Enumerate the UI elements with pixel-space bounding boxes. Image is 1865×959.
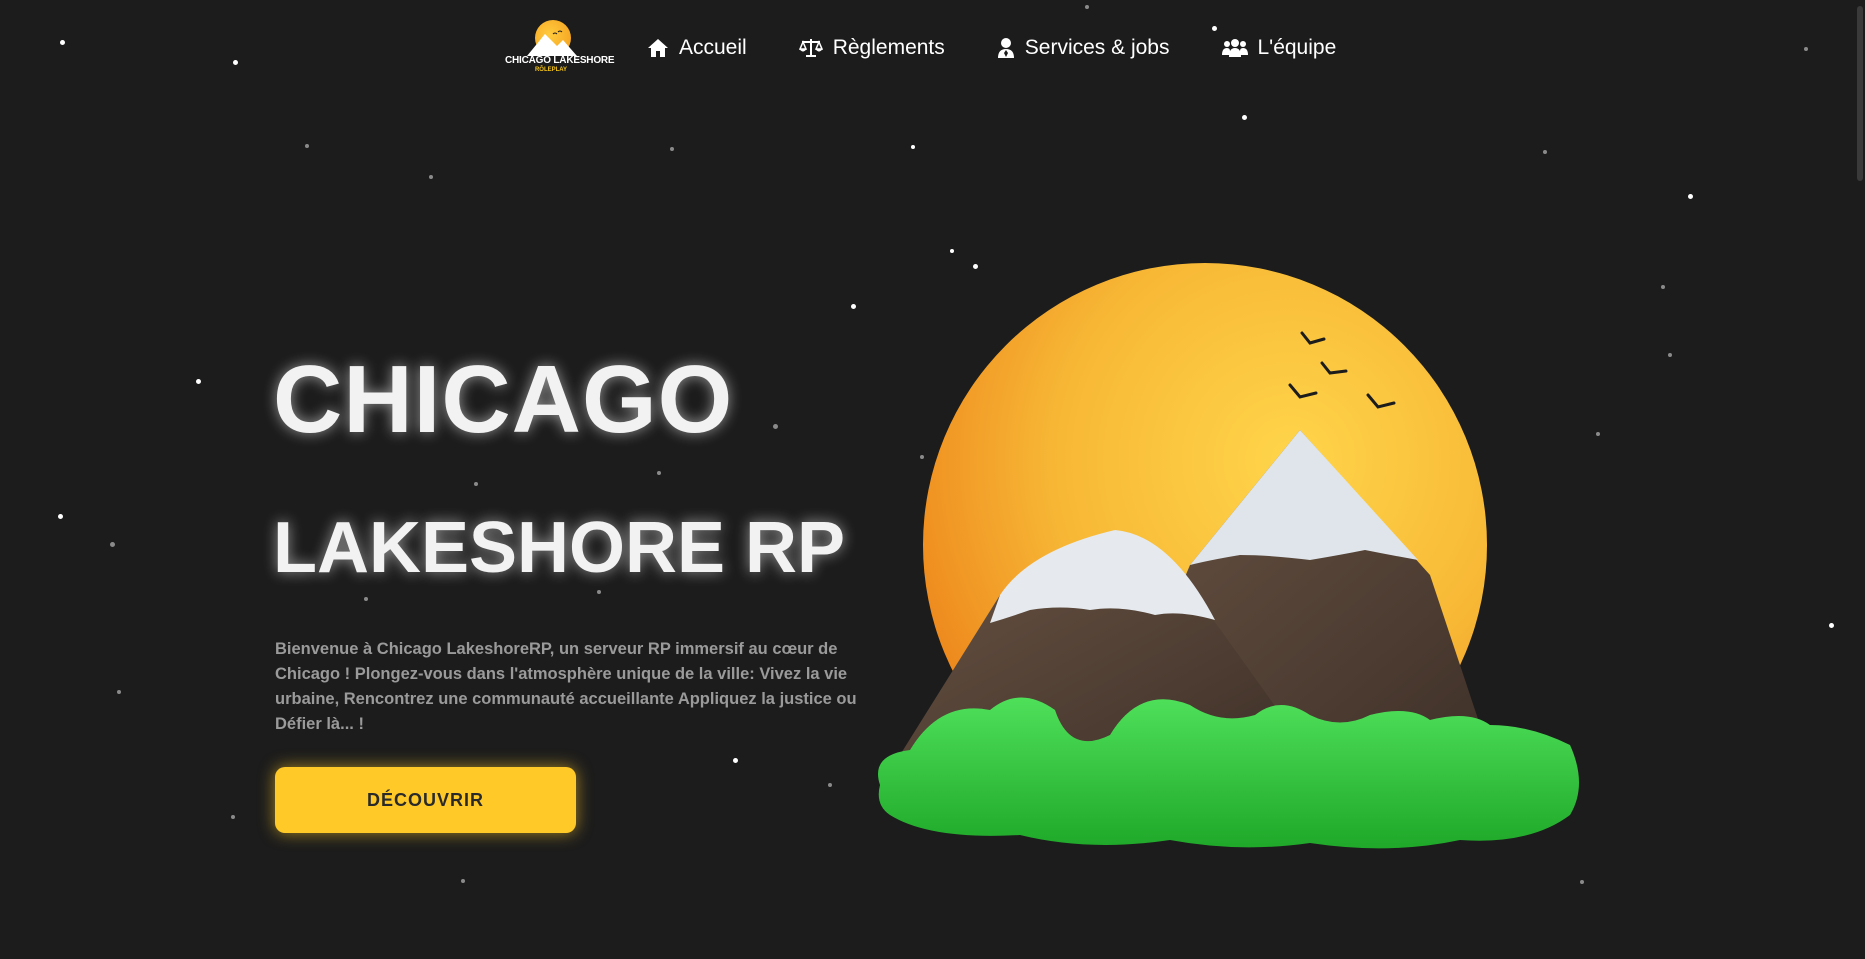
scrollbar-thumb[interactable] — [1857, 6, 1863, 181]
nav-item-reglements[interactable]: Règlements — [798, 36, 945, 60]
page: CHICAGO LAKESHORE RÔLEPLAY Accueil Règle… — [0, 0, 1865, 959]
nav-label: Services & jobs — [1024, 36, 1170, 59]
site-logo[interactable]: CHICAGO LAKESHORE RÔLEPLAY — [505, 18, 615, 78]
grass-hill — [878, 697, 1579, 849]
nav-item-services-jobs[interactable]: Services & jobs — [997, 36, 1170, 60]
nav-label: Règlements — [832, 36, 945, 59]
nav-label: Accueil — [679, 36, 747, 59]
nav-item-equipe[interactable]: L'équipe — [1221, 36, 1337, 60]
user-tie-icon — [997, 38, 1014, 58]
discover-button[interactable]: DÉCOUVRIR — [275, 767, 576, 833]
users-icon — [1221, 39, 1248, 57]
sun-mountains-illustration — [878, 263, 1579, 849]
home-icon — [648, 39, 668, 57]
logo-mountain-icon — [527, 30, 577, 56]
nav-item-accueil[interactable]: Accueil — [647, 36, 747, 60]
hero-title-line2: LAKESHORE RP — [273, 508, 846, 588]
hero-intro-text: Bienvenue à Chicago LakeshoreRP, un serv… — [275, 640, 857, 733]
scales-icon — [798, 39, 823, 57]
main-nav: CHICAGO LAKESHORE RÔLEPLAY Accueil Règle… — [505, 18, 1388, 78]
logo-subtitle: RÔLEPLAY — [534, 67, 568, 73]
hero-title-line1: CHICAGO — [273, 346, 734, 453]
scrollbar[interactable] — [1853, 0, 1865, 959]
logo-title: CHICAGO LAKESHORE — [505, 55, 615, 66]
nav-label: L'équipe — [1257, 36, 1337, 59]
